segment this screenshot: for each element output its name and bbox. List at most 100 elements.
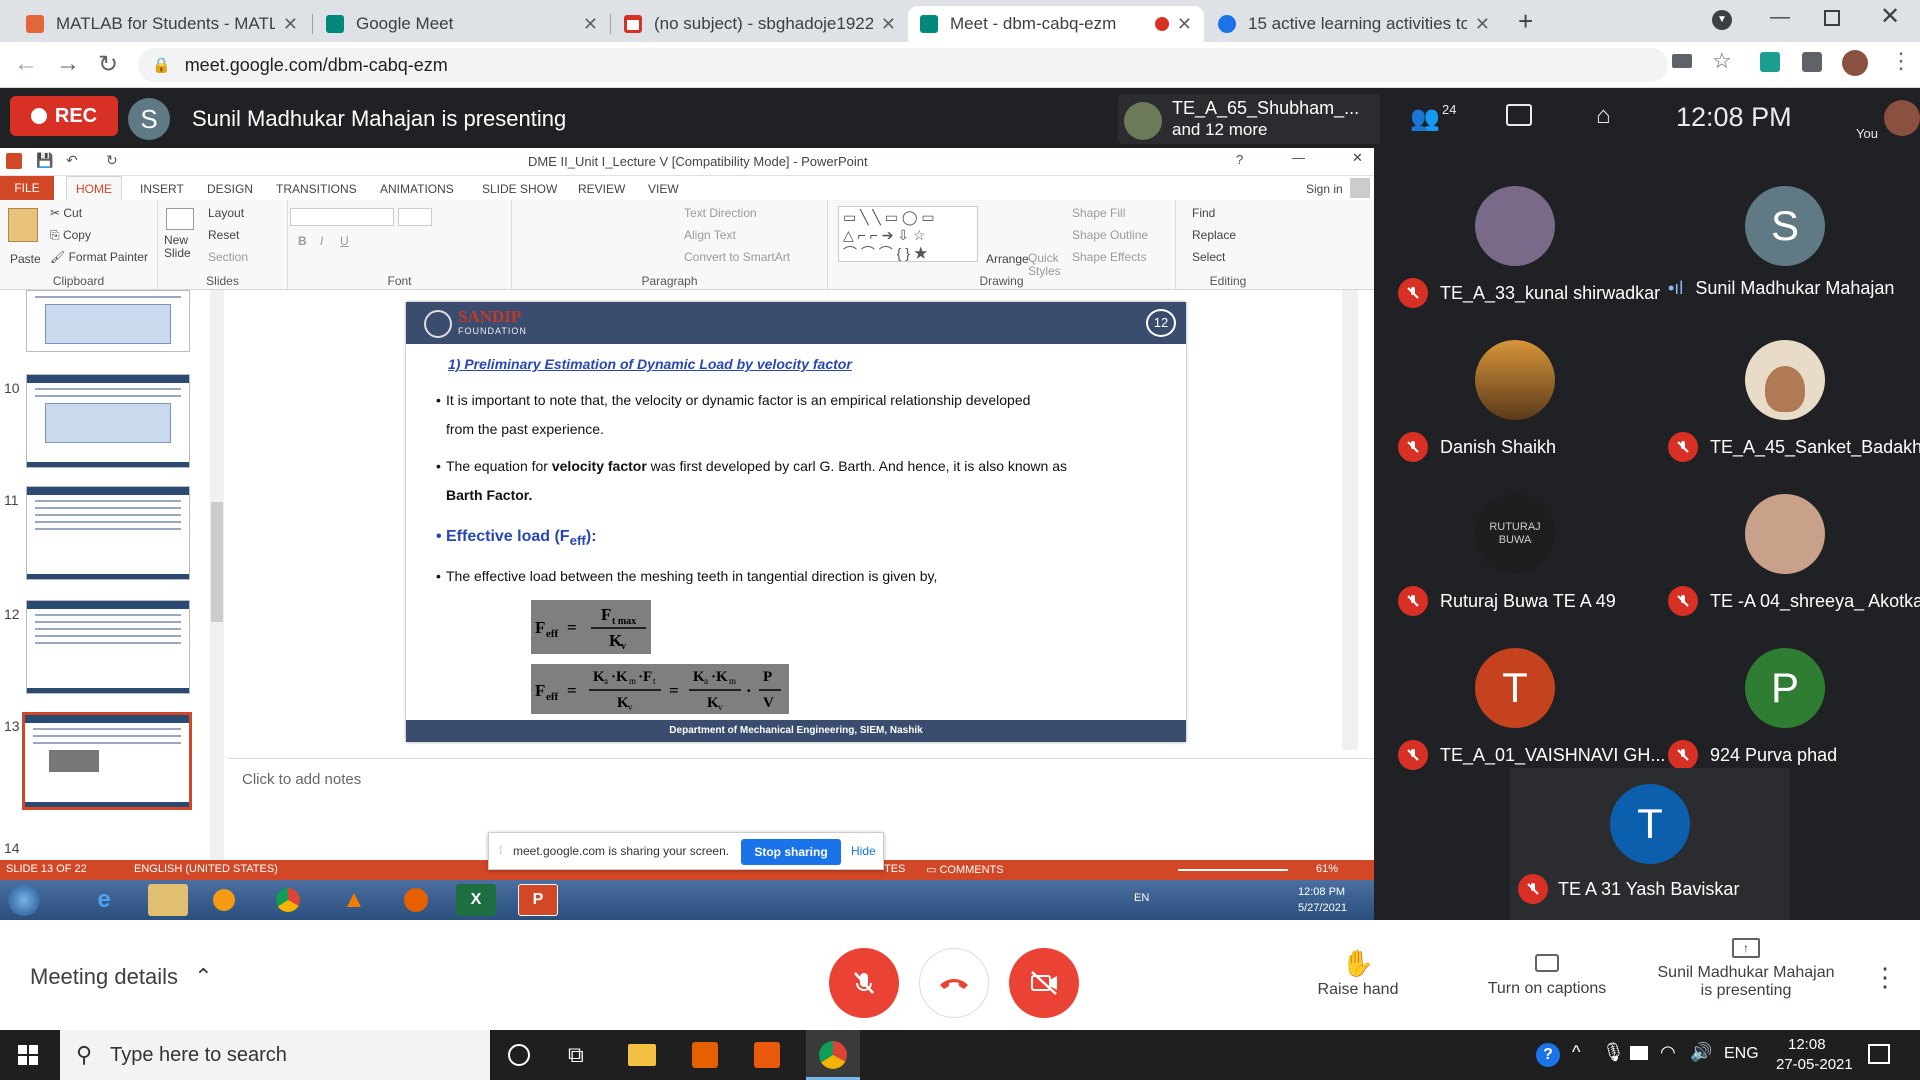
firefox-icon[interactable] <box>396 884 436 916</box>
slide-thumbnail[interactable] <box>26 600 190 694</box>
browser-tab[interactable]: 15 active learning activities to en ✕ <box>1206 6 1502 42</box>
chat-icon[interactable] <box>1506 104 1532 126</box>
extension-icon[interactable] <box>1760 52 1780 72</box>
find-button[interactable]: Find <box>1192 206 1215 220</box>
browser-tab-active[interactable]: Meet - dbm-cabq-ezm ✕ <box>908 6 1204 42</box>
shape-effects-button[interactable]: Shape Effects <box>1072 250 1147 264</box>
tab-review[interactable]: REVIEW <box>578 182 625 196</box>
app-icon[interactable] <box>754 1042 780 1068</box>
participant-tile[interactable]: TE -A 04_shreeya_ Akotkar <box>1650 494 1920 649</box>
ie-icon[interactable]: e <box>84 884 124 916</box>
underline-icon[interactable]: U <box>340 234 349 248</box>
chrome-icon[interactable] <box>268 884 308 916</box>
layout-button[interactable]: Layout <box>208 206 244 220</box>
microphone-icon[interactable]: 🎙 <box>1602 1042 1625 1063</box>
new-slide-icon[interactable] <box>166 208 194 230</box>
taskbar-search-box[interactable]: ⚲ Type here to search <box>60 1030 490 1080</box>
minimize-icon[interactable]: — <box>1770 6 1790 29</box>
user-icon[interactable] <box>1350 178 1370 198</box>
raise-hand-button[interactable]: ✋ Raise hand <box>1300 948 1416 999</box>
browser-tab[interactable]: MATLAB for Students - MATLAB & ✕ <box>14 6 310 42</box>
explorer-icon[interactable] <box>148 884 188 916</box>
stop-sharing-button[interactable]: Stop sharing <box>741 839 841 865</box>
input-language[interactable]: EN <box>1134 892 1149 904</box>
forward-icon[interactable]: → <box>56 50 80 78</box>
notifications-icon[interactable] <box>1868 1044 1890 1064</box>
maximize-icon[interactable] <box>1824 10 1840 26</box>
meeting-details-button[interactable]: Meeting details ⌃ <box>30 964 213 990</box>
minimize-icon[interactable]: — <box>1292 150 1305 165</box>
participant-tile[interactable]: S •ıl Sunil Madhukar Mahajan <box>1650 186 1920 341</box>
tab-view[interactable]: VIEW <box>648 182 679 196</box>
browser-tab[interactable]: Google Meet ✕ <box>314 6 610 42</box>
slide-thumbnail-selected[interactable] <box>22 712 192 810</box>
slide-thumbnail[interactable] <box>26 486 190 580</box>
activities-icon[interactable]: ⌂ <box>1596 102 1611 130</box>
file-explorer-icon[interactable] <box>628 1044 656 1066</box>
browser-tab[interactable]: (no subject) - sbghadoje1922192 ✕ <box>612 6 908 42</box>
help-icon[interactable]: ? <box>1236 152 1243 167</box>
notes-button[interactable]: TES <box>884 863 905 875</box>
star-icon[interactable]: ☆ <box>1712 48 1732 74</box>
sign-in-link[interactable]: Sign in <box>1306 182 1343 196</box>
thumbnail-scrollbar[interactable] <box>210 290 224 860</box>
section-button[interactable]: Section <box>208 250 248 264</box>
shape-outline-button[interactable]: Shape Outline <box>1072 228 1148 242</box>
mic-toggle-button[interactable] <box>829 948 899 1018</box>
bold-icon[interactable]: B <box>298 234 307 248</box>
replace-button[interactable]: Replace <box>1192 228 1236 242</box>
leave-call-button[interactable] <box>919 948 989 1018</box>
redo-icon[interactable]: ↻ <box>106 152 118 169</box>
text-direction-button[interactable]: Text Direction <box>684 206 757 220</box>
close-icon[interactable]: ✕ <box>1177 14 1192 35</box>
align-text-button[interactable]: Align Text <box>684 228 736 242</box>
participant-tile[interactable]: RUTURAJ BUWA Ruturaj Buwa TE A 49 <box>1380 494 1650 649</box>
start-orb-icon[interactable] <box>8 884 40 916</box>
windows-start-icon[interactable] <box>18 1045 38 1065</box>
italic-icon[interactable]: I <box>320 234 323 248</box>
current-slide[interactable]: SANDIP FOUNDATION 12 1) Preliminary Esti… <box>406 302 1186 742</box>
tab-home[interactable]: HOME <box>66 176 122 200</box>
participant-tile[interactable]: TE_A_33_kunal shirwadkar <box>1380 186 1660 341</box>
excel-icon[interactable]: X <box>456 884 496 916</box>
participant-tile[interactable]: Danish Shaikh <box>1380 340 1650 495</box>
more-options-icon[interactable]: ⋮ <box>1872 962 1898 993</box>
tab-search-icon[interactable]: ▼ <box>1712 10 1732 30</box>
paste-icon[interactable] <box>8 208 38 242</box>
drag-handle-icon[interactable]: ⁞ <box>499 843 502 857</box>
copy-button[interactable]: ⎘ Copy <box>50 228 91 243</box>
tab-transitions[interactable]: TRANSITIONS <box>276 182 357 196</box>
back-icon[interactable]: ← <box>14 50 38 78</box>
cut-button[interactable]: ✂ Cut <box>50 206 82 220</box>
powerpoint-taskbar-icon[interactable]: P <box>518 884 558 916</box>
vlc-icon[interactable]: ▲ <box>334 884 374 916</box>
camera-toggle-button[interactable] <box>1009 948 1079 1018</box>
camera-icon[interactable] <box>1672 54 1692 68</box>
keyboard-language[interactable]: ENG <box>1724 1045 1759 1063</box>
captions-button[interactable]: Turn on captions <box>1472 948 1622 998</box>
reset-button[interactable]: Reset <box>208 228 239 242</box>
url-field[interactable]: 🔒 meet.google.com/dbm-cabq-ezm <box>138 48 1668 82</box>
tab-animations[interactable]: ANIMATIONS <box>380 182 454 196</box>
clock-time[interactable]: 12:08 <box>1788 1036 1826 1053</box>
wifi-icon[interactable]: ◠ <box>1660 1042 1676 1063</box>
menu-icon[interactable]: ⋮ <box>1890 48 1912 74</box>
chrome-taskbar-button[interactable] <box>806 1030 860 1080</box>
task-view-icon[interactable]: ⧉ <box>568 1042 584 1068</box>
puzzle-icon[interactable] <box>1802 52 1822 72</box>
people-icon[interactable]: 👥 <box>1410 104 1440 133</box>
arrange-button[interactable]: Arrange <box>986 252 1029 266</box>
convert-smartart-button[interactable]: Convert to SmartArt <box>684 250 790 264</box>
select-button[interactable]: Select <box>1192 250 1225 264</box>
present-button[interactable]: ↑ Sunil Madhukar Mahajan is presenting <box>1640 938 1852 1000</box>
new-tab-icon[interactable]: + <box>1518 6 1533 37</box>
participant-tile[interactable]: T TE A 31 Yash Baviskar <box>1510 768 1790 920</box>
hide-button[interactable]: Hide <box>851 844 876 858</box>
close-icon[interactable]: ✕ <box>881 14 896 35</box>
vertical-scrollbar[interactable] <box>1342 290 1358 750</box>
reload-icon[interactable]: ↻ <box>98 50 118 79</box>
tab-slide-show[interactable]: SLIDE SHOW <box>482 182 557 196</box>
close-icon[interactable]: ✕ <box>283 14 298 35</box>
tab-file[interactable]: FILE <box>0 176 54 200</box>
close-icon[interactable]: ✕ <box>1352 150 1363 166</box>
